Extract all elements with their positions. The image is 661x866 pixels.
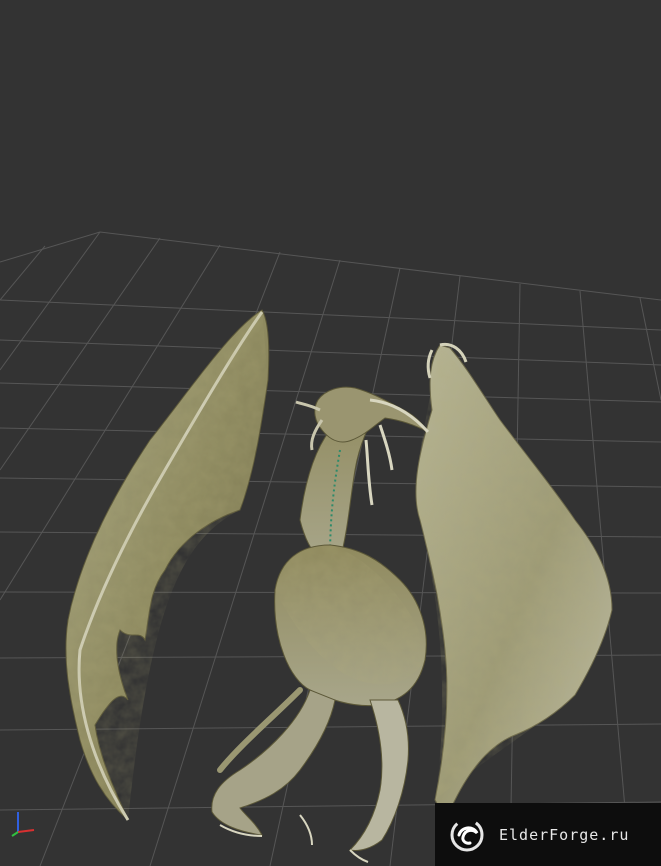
watermark-badge: ElderForge.ru bbox=[435, 803, 661, 866]
watermark-text: ElderForge.ru bbox=[499, 825, 630, 844]
axis-gizmo-icon bbox=[11, 812, 35, 837]
dragon-model bbox=[65, 309, 613, 863]
elderforge-swirl-logo-icon bbox=[450, 818, 484, 851]
dragon-leg-right bbox=[348, 699, 409, 851]
3d-viewport[interactable]: ElderForge.ru bbox=[0, 0, 661, 866]
dragon-jaw bbox=[295, 400, 324, 451]
scene-render[interactable] bbox=[0, 0, 661, 866]
